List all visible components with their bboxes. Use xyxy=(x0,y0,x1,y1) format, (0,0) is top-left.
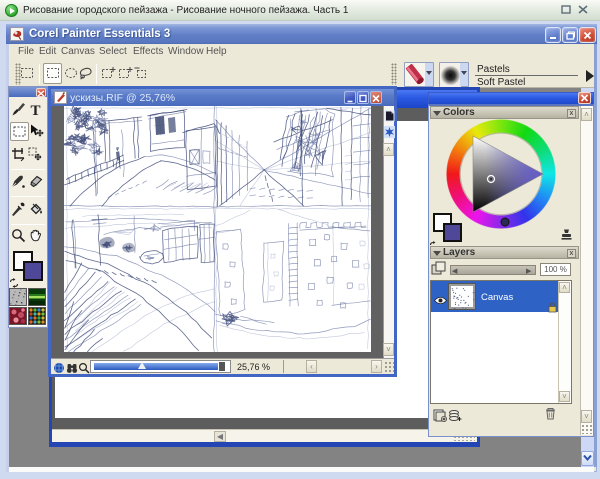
svg-text:T: T xyxy=(30,103,40,117)
